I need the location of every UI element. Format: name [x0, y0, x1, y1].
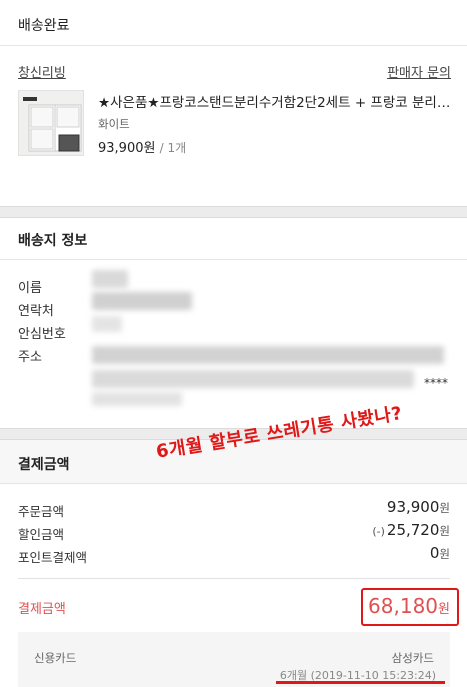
payment-method: 신용카드 [34, 651, 77, 665]
blurred-name [92, 270, 128, 288]
blurred-address-line3 [92, 392, 182, 406]
total-label: 결제금액 [18, 602, 66, 617]
product-name[interactable]: ★사은품★프랑코스탠드분리수거함2단2세트 + 프랑코 분리수거함 [98, 91, 452, 111]
seller-inquiry-link[interactable]: 판매자 문의 [387, 62, 451, 81]
seller-link[interactable]: 창신리빙 [18, 62, 66, 81]
label-address: 주소 [18, 350, 42, 365]
installment-underline [276, 681, 445, 684]
blurred-address-line2 [92, 370, 414, 388]
status-header: 배송완료 [0, 0, 467, 46]
label-safe-number: 안심번호 [18, 327, 66, 342]
discount-amount: (-) 25,720원 [372, 521, 450, 539]
total-highlight-box [361, 588, 459, 626]
product-thumbnail[interactable] [18, 90, 84, 156]
point-amount: 0원 [429, 544, 450, 562]
product-qty: / 1개 [159, 141, 187, 155]
order-amount: 93,900원 [386, 498, 450, 516]
product-price-value: 93,900원 [98, 141, 156, 156]
order-amount-label: 주문금액 [18, 504, 65, 519]
blurred-safe-number [92, 316, 122, 332]
masked-suffix: **** [424, 376, 448, 390]
label-phone: 연락처 [18, 304, 54, 319]
total-divider [18, 578, 450, 579]
shipping-title: 배송지 정보 [18, 233, 88, 249]
blurred-phone [92, 292, 192, 310]
card-name: 삼성카드 [391, 651, 434, 665]
point-amount-label: 포인트결제액 [18, 550, 88, 565]
section-divider [0, 206, 467, 218]
discount-amount-label: 할인금액 [18, 527, 65, 542]
shipping-header: 배송지 정보 [0, 218, 467, 260]
label-name: 이름 [18, 281, 42, 296]
product-price: 93,900원 / 1개 [98, 137, 186, 156]
blurred-address-line1 [92, 346, 444, 364]
delivery-status: 배송완료 [18, 18, 70, 34]
payment-title: 결제금액 [18, 457, 70, 473]
product-option: 화이트 [98, 117, 130, 131]
payment-method-box: 신용카드 삼성카드 6개월 (2019-11-10 15:23:24) [18, 632, 450, 687]
storage-bin-photo-icon [19, 91, 83, 155]
